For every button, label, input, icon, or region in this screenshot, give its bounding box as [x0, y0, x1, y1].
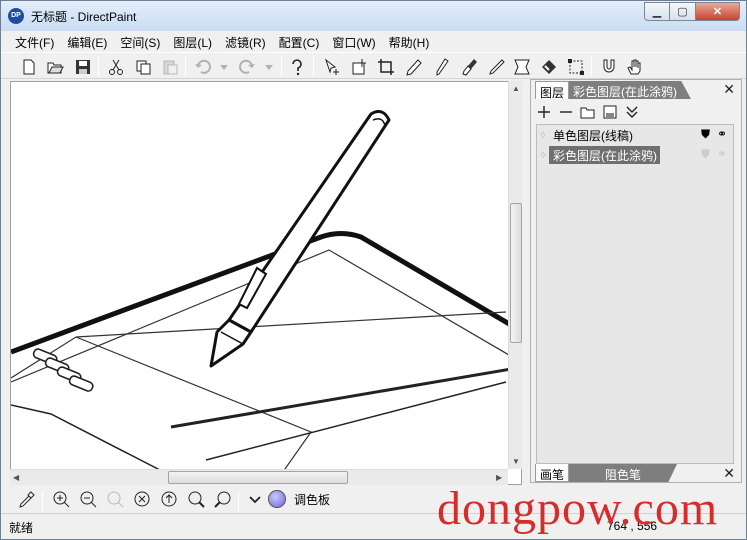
window-title: 无标题 - DirectPaint	[31, 10, 137, 24]
add-canvas-icon[interactable]	[348, 56, 370, 78]
remove-layer-icon[interactable]	[558, 104, 574, 120]
zoom-toolbar: 调色板	[10, 487, 360, 511]
visibility-icon[interactable]: ◊	[537, 150, 549, 160]
menu-space[interactable]: 空间(S)	[114, 31, 167, 51]
menu-filter[interactable]: 滤镜(R)	[219, 31, 273, 51]
tab-brush[interactable]: 画笔	[535, 464, 570, 482]
pen-icon[interactable]	[431, 56, 453, 78]
open-layer-icon[interactable]	[580, 104, 596, 120]
panel-close-icon[interactable]: ✕	[723, 81, 735, 98]
undo-icon[interactable]	[192, 56, 214, 78]
tab-block-pen[interactable]: 阻色笔	[569, 464, 678, 482]
eraser-icon[interactable]	[538, 56, 560, 78]
watermark-text: dongpow.com	[437, 482, 719, 535]
maximize-button[interactable]: ▢	[670, 2, 696, 21]
save-icon[interactable]	[72, 56, 94, 78]
visibility-icon[interactable]: ◊	[537, 130, 549, 140]
vertical-scroll-thumb[interactable]	[510, 203, 522, 343]
layers-panel: 图层 彩色图层(在此涂鸦) ✕ ◊ 单色图层(线稿) ⛊ ⚭ ◊ 彩色图层(在此…	[530, 79, 742, 483]
palette-button[interactable]: 调色板	[294, 491, 330, 508]
zoom-custom-icon[interactable]	[185, 488, 207, 510]
zoom-in-icon[interactable]	[50, 488, 72, 510]
main-toolbar	[1, 52, 746, 79]
menu-layer[interactable]: 图层(L)	[167, 31, 219, 51]
selection-icon[interactable]	[565, 56, 587, 78]
new-file-icon[interactable]	[18, 56, 40, 78]
copy-icon[interactable]	[132, 56, 154, 78]
zoom-reset-icon[interactable]	[131, 488, 153, 510]
bottom-panel-close-icon[interactable]: ✕	[723, 465, 735, 482]
menu-window[interactable]: 窗口(W)	[326, 31, 382, 51]
open-folder-icon[interactable]	[44, 56, 66, 78]
scroll-left-icon[interactable]: ◀	[13, 473, 19, 482]
scroll-down-icon[interactable]: ▼	[512, 457, 520, 466]
save-layer-icon[interactable]	[602, 104, 618, 120]
undo-dropdown-icon[interactable]	[213, 56, 235, 78]
drawing-canvas[interactable]	[10, 81, 522, 485]
layer-toolbar	[536, 102, 736, 122]
menu-config[interactable]: 配置(C)	[273, 31, 327, 51]
link-icon[interactable]: ⚭	[717, 127, 727, 141]
redo-icon[interactable]	[236, 56, 258, 78]
cut-icon[interactable]	[105, 56, 127, 78]
pencil-icon[interactable]	[403, 56, 425, 78]
tab-color-layer[interactable]: 彩色图层(在此涂鸦)	[569, 81, 692, 99]
link-icon[interactable]: ⚭	[717, 147, 727, 161]
brush-icon[interactable]	[459, 56, 481, 78]
hand-icon[interactable]	[624, 56, 646, 78]
minimize-button[interactable]: ▁	[644, 2, 670, 21]
tab-layers[interactable]: 图层	[535, 81, 570, 100]
horizontal-scroll-thumb[interactable]	[168, 471, 348, 484]
menu-help[interactable]: 帮助(H)	[383, 31, 437, 51]
line-pen-icon[interactable]	[486, 56, 508, 78]
select-move-icon[interactable]	[321, 56, 343, 78]
app-logo-icon: DP	[8, 8, 24, 24]
rotate-icon[interactable]	[158, 488, 180, 510]
crop-icon[interactable]	[375, 56, 397, 78]
merge-layers-icon[interactable]	[624, 104, 640, 120]
magnet-icon[interactable]	[598, 56, 620, 78]
layer-name: 单色图层(线稿)	[553, 129, 633, 143]
title-bar: DP 无标题 - DirectPaint ▁ ▢ ✕	[1, 1, 746, 31]
layer-row[interactable]: ◊ 单色图层(线稿) ⛊ ⚭	[537, 125, 733, 145]
redo-dropdown-icon[interactable]	[258, 56, 280, 78]
lock-icon[interactable]: ⛊	[701, 127, 710, 142]
menu-edit[interactable]: 编辑(E)	[61, 31, 114, 51]
transform-icon[interactable]	[511, 56, 533, 78]
zoom-area-icon[interactable]	[212, 488, 234, 510]
eyedropper-icon[interactable]	[16, 488, 38, 510]
zoom-out-icon[interactable]	[77, 488, 99, 510]
tablet-pen-lineart	[11, 110, 521, 484]
scroll-up-icon[interactable]: ▲	[512, 84, 520, 93]
chevron-down-icon[interactable]	[244, 488, 266, 510]
layer-row[interactable]: ◊ 彩色图层(在此涂鸦) ⛊ ⚭	[537, 145, 733, 165]
lock-icon[interactable]: ⛊	[701, 147, 710, 162]
add-layer-icon[interactable]	[536, 104, 552, 120]
current-color-swatch[interactable]	[268, 490, 286, 508]
menu-file[interactable]: 文件(F)	[9, 31, 61, 51]
app-window: DP 无标题 - DirectPaint ▁ ▢ ✕ 文件(F) 编辑(E) 空…	[0, 0, 747, 540]
status-text: 就绪	[9, 521, 34, 535]
help-icon[interactable]	[286, 56, 308, 78]
layer-list: ◊ 单色图层(线稿) ⛊ ⚭ ◊ 彩色图层(在此涂鸦) ⛊ ⚭	[536, 124, 734, 464]
layer-name: 彩色图层(在此涂鸦)	[549, 146, 660, 164]
close-button[interactable]: ✕	[696, 2, 740, 21]
horizontal-scrollbar[interactable]: ◀ ▶	[10, 469, 508, 485]
paste-icon[interactable]	[159, 56, 181, 78]
vertical-scrollbar[interactable]: ▲ ▼	[508, 81, 522, 469]
zoom-fit-icon[interactable]	[104, 488, 126, 510]
menu-bar: 文件(F) 编辑(E) 空间(S) 图层(L) 滤镜(R) 配置(C) 窗口(W…	[1, 31, 746, 51]
